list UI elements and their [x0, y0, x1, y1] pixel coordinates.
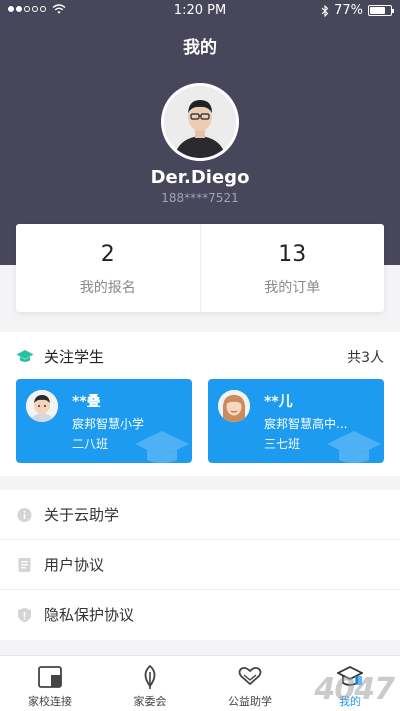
- school-link-icon: [38, 666, 62, 688]
- student-card[interactable]: **儿 宸邦智慧高中... 三七班: [208, 379, 384, 463]
- tab-mine[interactable]: 我的: [300, 656, 400, 711]
- student-card[interactable]: **叠 宸邦智慧小学 二八班: [16, 379, 192, 463]
- boy-avatar-icon: [26, 390, 58, 422]
- stat-value: 2: [100, 242, 115, 267]
- heart-hands-icon: [238, 666, 262, 686]
- document-icon: [18, 558, 31, 572]
- stat-label: 我的报名: [79, 280, 136, 296]
- status-bar: 1:20 PM 77%: [0, 0, 400, 22]
- card-cap-watermark-icon: [135, 431, 189, 463]
- user-name: Der.Diego: [150, 167, 250, 188]
- student-avatar: [218, 390, 250, 422]
- tab-school-link[interactable]: 家校连接: [0, 656, 100, 711]
- tab-parent-committee[interactable]: 家委会: [100, 656, 200, 711]
- tab-charity-aid[interactable]: 公益助学: [200, 656, 300, 711]
- stat-value: 13: [278, 242, 307, 267]
- battery-percent: 77%: [334, 3, 363, 18]
- tab-label: 我的: [339, 695, 361, 708]
- student-class: 二八班: [72, 437, 109, 451]
- section-header: 关注学生 共3人: [16, 346, 384, 370]
- stat-my-orders[interactable]: 13 我的订单: [199, 224, 385, 312]
- student-avatar: [26, 390, 58, 422]
- followed-students-section: 关注学生 共3人 **叠 宸邦智慧小学 二八班 **儿 宸邦智慧高中... 三七…: [0, 332, 400, 476]
- stats-card: 2 我的报名 13 我的订单: [16, 224, 384, 312]
- stat-my-registrations[interactable]: 2 我的报名: [16, 224, 200, 312]
- info-icon: [17, 508, 32, 522]
- menu-item-about[interactable]: 关于云助学: [0, 490, 400, 540]
- settings-menu: 关于云助学 用户协议 隐私保护协议: [0, 490, 400, 640]
- card-cap-watermark-icon: [327, 431, 381, 463]
- leaf-icon: [144, 664, 156, 689]
- menu-item-privacy-policy[interactable]: 隐私保护协议: [0, 590, 400, 640]
- menu-label: 隐私保护协议: [44, 606, 135, 624]
- section-title: 关注学生: [44, 348, 105, 366]
- girl-avatar-icon: [218, 390, 250, 422]
- student-name: **叠: [72, 394, 101, 410]
- battery-icon: [368, 5, 394, 16]
- student-count[interactable]: 共3人: [347, 347, 384, 367]
- graduation-cap-icon: [337, 665, 363, 686]
- menu-label: 关于云助学: [44, 506, 120, 524]
- battery-fill: [370, 7, 386, 14]
- graduation-cap-icon: [16, 350, 34, 362]
- page-title: 我的: [183, 38, 217, 58]
- menu-item-user-agreement[interactable]: 用户协议: [0, 540, 400, 590]
- avatar-portrait-icon: [164, 86, 236, 158]
- tab-label: 家委会: [133, 695, 167, 708]
- user-avatar[interactable]: [161, 83, 239, 161]
- user-phone: 188****7521: [161, 191, 239, 205]
- tab-label: 公益助学: [228, 695, 272, 708]
- student-class: 三七班: [264, 437, 301, 451]
- bluetooth-icon: [321, 4, 329, 17]
- shield-icon: [18, 607, 31, 623]
- tab-label: 家校连接: [28, 695, 72, 708]
- student-name: **儿: [264, 394, 293, 410]
- menu-label: 用户协议: [44, 556, 105, 574]
- bottom-tab-bar: 家校连接 家委会 公益助学 我的: [0, 655, 400, 711]
- stat-label: 我的订单: [264, 280, 321, 296]
